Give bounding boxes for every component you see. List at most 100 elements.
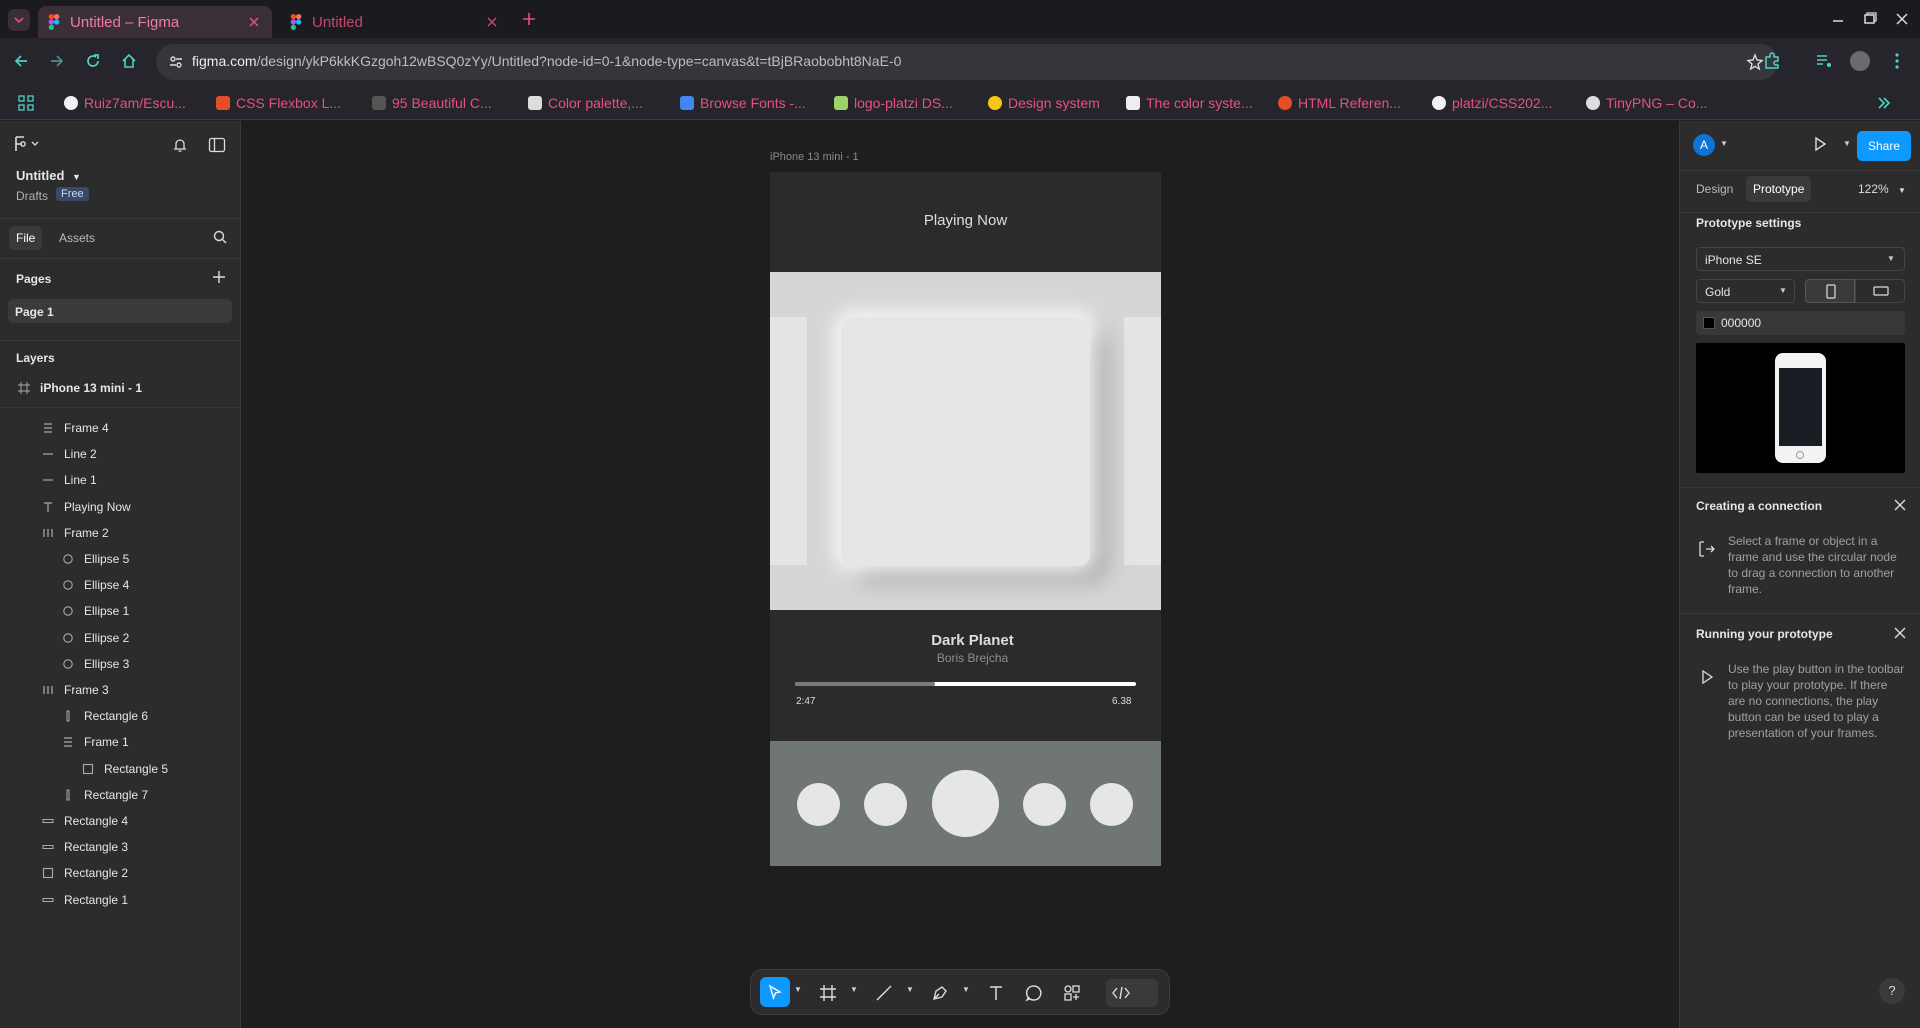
prev-album-card[interactable] xyxy=(770,317,807,565)
extensions-button[interactable] xyxy=(1762,51,1782,71)
bookmark-item[interactable]: Browse Fonts -... xyxy=(680,93,806,113)
reload-button[interactable] xyxy=(84,52,102,70)
share-button[interactable]: Share xyxy=(1857,131,1911,161)
minimize-button[interactable] xyxy=(1830,12,1846,26)
background-color-field[interactable]: 000000 xyxy=(1696,311,1905,335)
tab-assets[interactable]: Assets xyxy=(52,226,102,250)
profile-avatar[interactable] xyxy=(1850,51,1870,71)
zoom-level[interactable]: 122% ▼ xyxy=(1858,182,1906,196)
tab-untitled[interactable]: Untitled xyxy=(280,6,510,38)
bookmark-item[interactable]: logo-platzi DS... xyxy=(834,93,953,113)
close-icon xyxy=(1896,13,1908,25)
frame-tool-button[interactable] xyxy=(819,984,837,1002)
layer-name: iPhone 13 mini - 1 xyxy=(40,381,143,395)
more-bookmarks-button[interactable] xyxy=(1876,95,1892,111)
device-select[interactable]: iPhone SE ▼ xyxy=(1696,247,1905,271)
tool-dropdown-icon[interactable]: ▼ xyxy=(794,985,802,994)
add-page-button[interactable] xyxy=(212,270,226,284)
text-tool-button[interactable] xyxy=(987,984,1005,1002)
dev-mode-toggle[interactable] xyxy=(1106,979,1158,1007)
figma-main-menu-button[interactable] xyxy=(14,135,44,155)
help-button[interactable]: ? xyxy=(1879,978,1905,1004)
tool-dropdown-icon[interactable]: ▼ xyxy=(906,985,914,994)
close-running-tip-button[interactable] xyxy=(1894,627,1906,639)
control-button-previous[interactable] xyxy=(864,783,907,826)
tool-dropdown-icon[interactable]: ▼ xyxy=(850,985,858,994)
next-album-card[interactable] xyxy=(1124,317,1161,565)
file-name[interactable]: Untitled ▼ xyxy=(16,168,81,183)
progress-track[interactable] xyxy=(795,682,1136,686)
close-connection-tip-button[interactable] xyxy=(1894,499,1906,511)
apps-button[interactable] xyxy=(18,95,34,111)
bookmark-item[interactable]: CSS Flexbox L... xyxy=(216,93,341,113)
orientation-landscape-button[interactable] xyxy=(1855,279,1905,303)
bookmark-item[interactable]: Color palette,... xyxy=(528,93,643,113)
layer-item[interactable]: Rectangle 1 xyxy=(0,884,240,916)
page-item[interactable]: Page 1 xyxy=(8,299,232,323)
bookmark-item[interactable]: TinyPNG – Co... xyxy=(1586,93,1707,113)
chevron-down-icon[interactable]: ▼ xyxy=(1720,139,1728,148)
maximize-button[interactable] xyxy=(1862,12,1878,26)
bookmark-item[interactable]: platzi/CSS202... xyxy=(1432,93,1552,113)
line-icon xyxy=(42,448,54,460)
rectangle-icon xyxy=(82,763,94,775)
comment-tool-button[interactable] xyxy=(1025,984,1043,1002)
controls-bar[interactable] xyxy=(770,741,1161,866)
frame-label[interactable]: iPhone 13 mini - 1 xyxy=(770,151,859,163)
close-tab-icon[interactable] xyxy=(246,14,262,30)
back-button[interactable] xyxy=(12,52,30,70)
bookmark-item[interactable]: The color syste... xyxy=(1126,93,1253,113)
pages-heading: Pages xyxy=(16,272,52,286)
control-button-shuffle[interactable] xyxy=(797,783,840,826)
tab-figma[interactable]: Untitled – Figma xyxy=(38,6,272,38)
close-tab-icon[interactable] xyxy=(484,14,500,30)
search-layers-button[interactable] xyxy=(212,229,228,245)
control-button-next[interactable] xyxy=(1023,783,1066,826)
song-title[interactable]: Dark Planet xyxy=(770,632,1175,649)
control-button-play[interactable] xyxy=(932,770,999,837)
actions-tool-button[interactable] xyxy=(1063,984,1081,1002)
bookmark-item[interactable]: HTML Referen... xyxy=(1278,93,1401,113)
device-color-select[interactable]: Gold ▼ xyxy=(1696,279,1795,303)
close-window-button[interactable] xyxy=(1894,12,1910,26)
bookmark-item[interactable]: 95 Beautiful C... xyxy=(372,93,492,113)
control-button-repeat[interactable] xyxy=(1090,783,1133,826)
album-cover[interactable] xyxy=(841,317,1090,566)
new-tab-button[interactable] xyxy=(520,10,538,28)
phone-frame[interactable]: Playing Now Dark Planet Boris Brejcha 2:… xyxy=(770,172,1161,866)
tab-search-button[interactable] xyxy=(8,9,30,31)
header-title[interactable]: Playing Now xyxy=(770,212,1161,229)
color-swatch[interactable] xyxy=(1703,317,1715,329)
browser-menu-button[interactable] xyxy=(1894,52,1900,70)
artist-name[interactable]: Boris Brejcha xyxy=(770,651,1175,665)
orientation-portrait-button[interactable] xyxy=(1805,279,1855,303)
shape-tool-button[interactable] xyxy=(875,984,893,1002)
album-carousel[interactable] xyxy=(770,272,1161,610)
site-info-icon[interactable] xyxy=(168,54,184,70)
address-bar[interactable]: figma.com/design/ykP6kkKGzgoh12wBSQ0zYy/… xyxy=(156,44,1778,80)
tool-dropdown-icon[interactable]: ▼ xyxy=(962,985,970,994)
device-preview xyxy=(1696,343,1905,473)
bookmark-item[interactable]: Ruiz7am/Escu... xyxy=(64,93,186,113)
user-avatar[interactable]: A xyxy=(1693,134,1715,156)
ellipse-icon xyxy=(62,632,74,644)
present-button[interactable] xyxy=(1812,136,1828,152)
tab-file[interactable]: File xyxy=(9,226,43,250)
chevron-down-icon: ▼ xyxy=(1887,254,1895,263)
move-tool-button[interactable] xyxy=(760,977,790,1007)
drafts-label[interactable]: Drafts xyxy=(16,189,48,203)
media-control-button[interactable] xyxy=(1814,51,1834,71)
chevron-down-icon[interactable]: ▼ xyxy=(1843,139,1851,148)
pen-tool-button[interactable] xyxy=(931,984,949,1002)
home-button[interactable] xyxy=(120,52,138,70)
forward-button[interactable] xyxy=(48,52,66,70)
portrait-icon xyxy=(1826,284,1836,299)
tab-design[interactable]: Design xyxy=(1689,176,1740,202)
layer-root-frame[interactable]: iPhone 13 mini - 1 xyxy=(0,372,240,404)
tab-prototype[interactable]: Prototype xyxy=(1746,176,1812,202)
figma-file-icon xyxy=(834,96,848,110)
bookmark-item[interactable]: Design system xyxy=(988,93,1100,113)
notifications-button[interactable] xyxy=(172,137,188,153)
toggle-sidebar-button[interactable] xyxy=(208,137,226,153)
elapsed-time: 2:47 xyxy=(796,696,816,707)
